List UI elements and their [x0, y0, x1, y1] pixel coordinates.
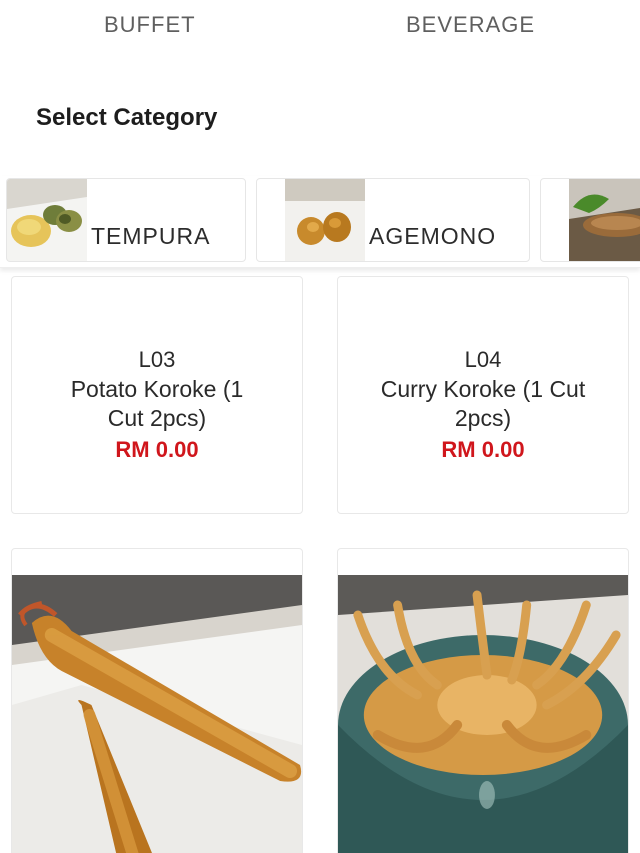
- item-price: RM 0.00: [441, 437, 525, 462]
- category-tempura[interactable]: TEMPURA: [6, 178, 246, 262]
- tab-buffet[interactable]: BUFFET: [104, 12, 196, 38]
- menu-item-card[interactable]: L04 Curry Koroke (1 Cut 2pcs) RM 0.00: [337, 276, 629, 514]
- tab-beverage[interactable]: BEVERAGE: [406, 12, 535, 38]
- top-tab-bar: BUFFET BEVERAGE: [0, 0, 640, 56]
- category-strip[interactable]: TEMPURA AGEMONO: [0, 176, 640, 268]
- grilled-fish-thumbnail: [569, 179, 640, 261]
- category-label: AGEMONO: [369, 223, 497, 249]
- item-details: L04 Curry Koroke (1 Cut 2pcs) RM 0.00: [338, 345, 628, 467]
- menu-item-card[interactable]: L03 Potato Koroke (1 Cut 2pcs) RM 0.00: [11, 276, 303, 514]
- item-details: L03 Potato Koroke (1 Cut 2pcs) RM 0.00: [12, 345, 302, 467]
- tempura-thumbnail: [7, 179, 87, 261]
- item-name: Curry Koroke (1 Cut 2pcs): [380, 376, 586, 431]
- menu-item-card[interactable]: [337, 548, 629, 853]
- section-title: Select Category: [36, 104, 218, 131]
- item-code: L03: [138, 347, 176, 372]
- category-agemono[interactable]: AGEMONO: [256, 178, 530, 262]
- item-name: Potato Koroke (1 Cut 2pcs): [70, 376, 244, 431]
- soft-shell-crab-photo: [338, 575, 628, 853]
- category-grilled-fish[interactable]: [540, 178, 640, 262]
- agemono-thumbnail: [285, 179, 365, 261]
- item-price: RM 0.00: [115, 437, 199, 462]
- item-code: L04: [464, 347, 502, 372]
- menu-item-card[interactable]: [11, 548, 303, 853]
- category-label: TEMPURA: [91, 223, 211, 249]
- fried-prawn-photo: [12, 575, 302, 853]
